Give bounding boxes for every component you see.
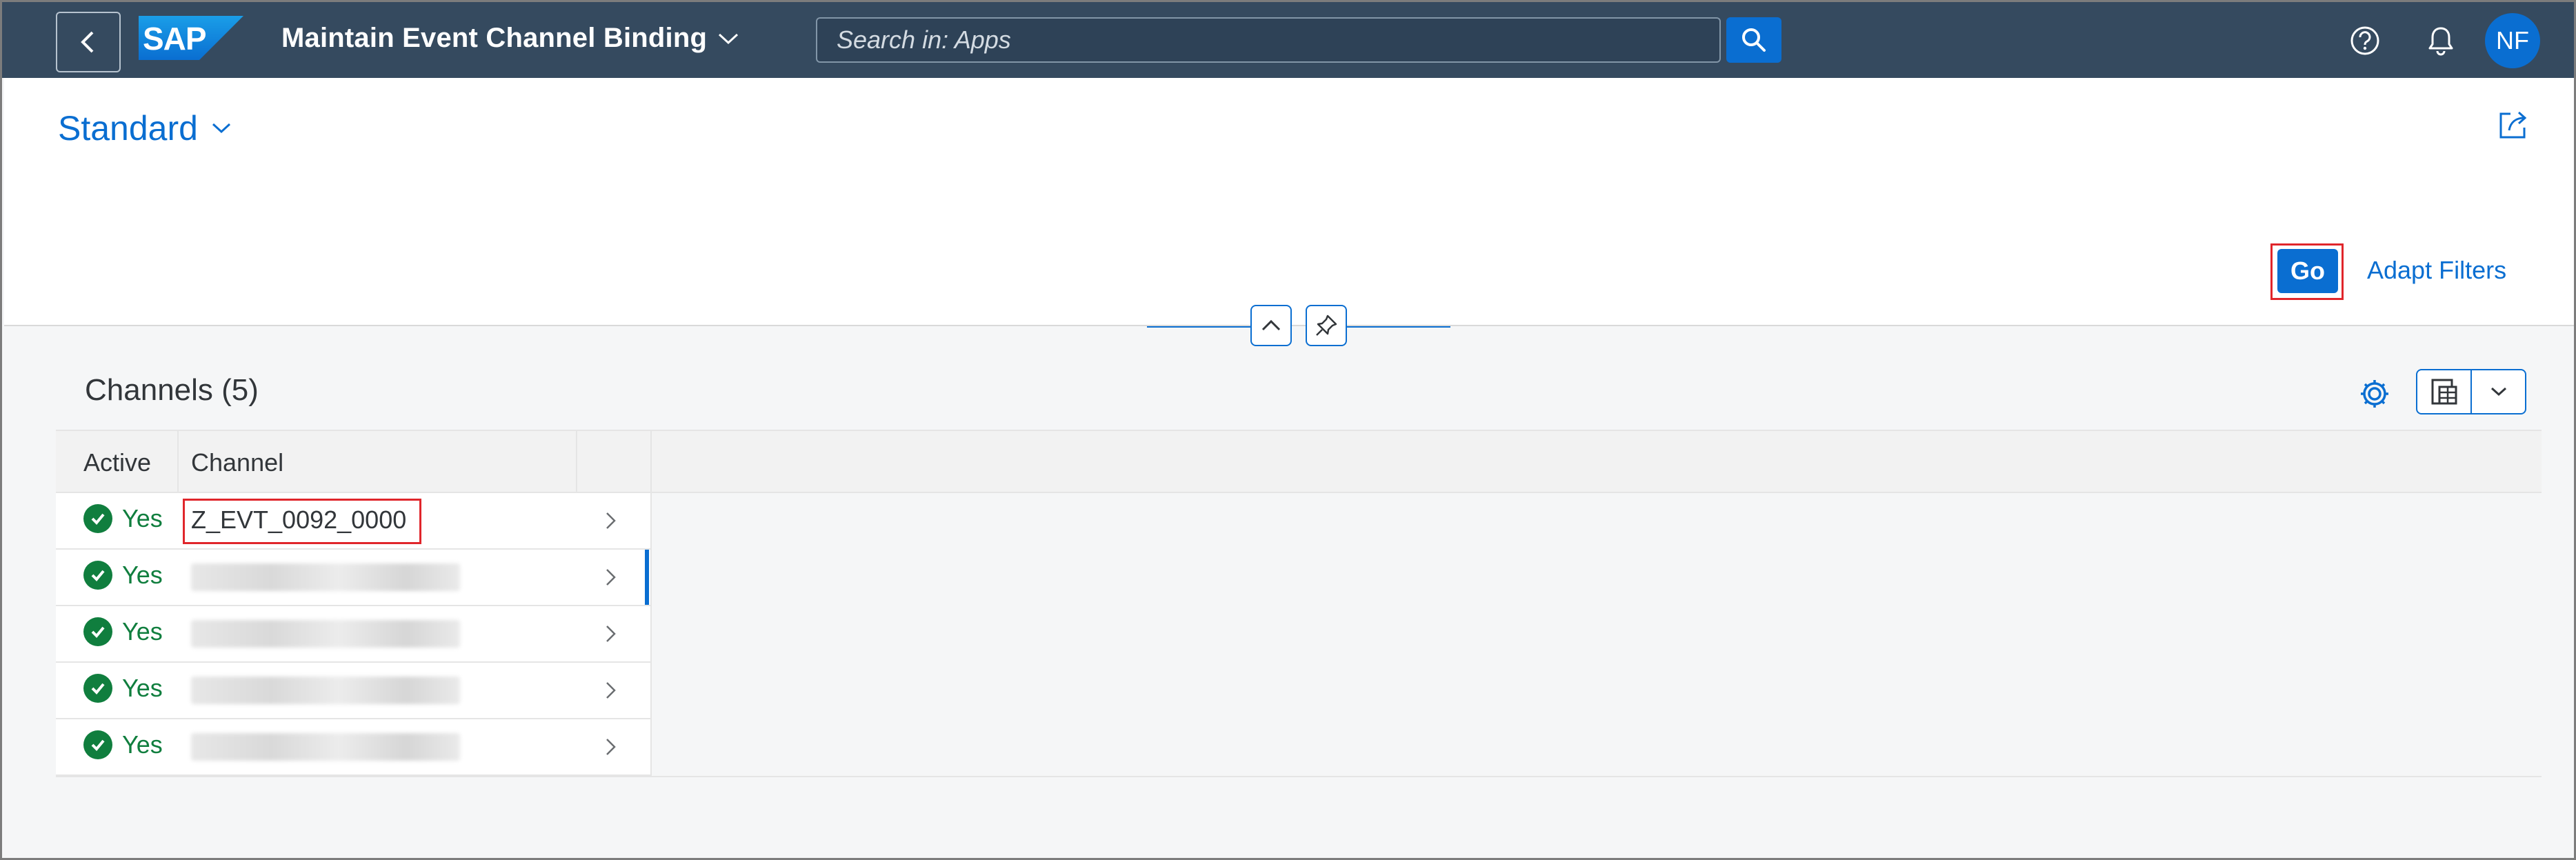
navigation-indicator — [645, 550, 649, 605]
checkmark-icon — [83, 504, 112, 533]
table-row[interactable]: Yes — [56, 550, 650, 606]
column-separator — [177, 431, 179, 494]
checkmark-icon — [83, 730, 112, 759]
chevron-right-icon[interactable] — [599, 736, 621, 758]
help-icon — [2350, 26, 2379, 55]
table-empty-area — [650, 493, 2542, 776]
active-value: Yes — [122, 504, 163, 532]
chevron-right-icon[interactable] — [599, 510, 621, 532]
active-value: Yes — [122, 674, 163, 702]
table-row[interactable]: Yes — [56, 719, 650, 776]
chevron-down-icon — [719, 33, 739, 44]
chevron-up-icon — [1261, 319, 1281, 331]
app-title: Maintain Event Channel Binding — [281, 23, 708, 53]
filter-bar: Standard Go Adapt Filters — [4, 78, 2574, 326]
active-cell: Yes — [83, 617, 163, 646]
table-row[interactable]: Yes Z_EVT_0092_0000 — [56, 493, 650, 550]
table-header: Active Channel — [56, 430, 2542, 494]
header-divider-right — [1347, 326, 1450, 328]
user-avatar[interactable]: NF — [2485, 13, 2540, 68]
channel-value-redacted — [191, 733, 460, 761]
column-separator — [650, 431, 652, 494]
table-row[interactable]: Yes — [56, 606, 650, 663]
bell-icon — [2428, 27, 2453, 56]
table-title: Channels (5) — [85, 373, 259, 407]
channel-highlight-box — [183, 499, 421, 544]
collapse-header-button[interactable] — [1250, 305, 1292, 346]
user-initials: NF — [2496, 26, 2529, 54]
checkmark-icon — [83, 674, 112, 703]
active-cell: Yes — [83, 561, 163, 590]
column-separator — [576, 431, 577, 494]
header-divider-left — [1147, 326, 1250, 328]
app-window: SAP Maintain Event Channel Binding Searc… — [0, 0, 2576, 860]
variant-selector[interactable]: Standard — [58, 108, 232, 148]
shell-bar: SAP Maintain Event Channel Binding Searc… — [2, 2, 2574, 78]
sap-logo[interactable]: SAP — [139, 16, 243, 60]
adapt-filters-button[interactable]: Adapt Filters — [2367, 256, 2506, 285]
search-placeholder: Search in: Apps — [837, 26, 1011, 54]
export-spreadsheet-icon — [2431, 379, 2457, 405]
table-row[interactable]: Yes — [56, 663, 650, 719]
channel-value-redacted — [191, 563, 460, 591]
search-button[interactable] — [1726, 17, 1781, 63]
adapt-filters-label: Adapt Filters — [2367, 256, 2507, 284]
search-icon — [1742, 28, 1766, 52]
column-header-active[interactable]: Active — [56, 431, 177, 494]
active-cell: Yes — [83, 504, 163, 533]
table-body: Yes Z_EVT_0092_0000 Yes Yes Yes Yes — [56, 493, 650, 776]
channel-value-redacted — [191, 620, 460, 648]
pin-icon — [1316, 314, 1337, 336]
gear-icon[interactable] — [2354, 373, 2395, 414]
chevron-right-icon[interactable] — [599, 566, 621, 588]
export-button[interactable] — [2417, 370, 2472, 413]
active-cell: Yes — [83, 674, 163, 703]
table-bottom-border — [56, 776, 2542, 777]
active-value: Yes — [122, 561, 163, 589]
active-value: Yes — [122, 617, 163, 646]
pin-header-button[interactable] — [1306, 305, 1347, 346]
variant-name: Standard — [58, 109, 198, 148]
logo-text: SAP — [143, 21, 207, 57]
export-button-group — [2416, 369, 2526, 414]
app-title-menu[interactable]: Maintain Event Channel Binding — [281, 23, 740, 54]
go-button[interactable]: Go — [2277, 249, 2338, 293]
notifications-button[interactable] — [2420, 20, 2462, 61]
active-cell: Yes — [83, 730, 163, 759]
chevron-down-icon — [2490, 387, 2506, 397]
column-header-channel[interactable]: Channel — [191, 431, 605, 494]
chevron-right-icon[interactable] — [599, 623, 621, 645]
checkmark-icon — [83, 617, 112, 646]
channel-value-redacted — [191, 677, 460, 704]
back-button[interactable] — [56, 12, 121, 72]
chevron-right-icon[interactable] — [599, 679, 621, 701]
chevron-left-icon — [81, 31, 94, 53]
share-icon[interactable] — [2494, 106, 2533, 144]
checkmark-icon — [83, 561, 112, 590]
chevron-down-icon — [212, 123, 230, 134]
go-label: Go — [2290, 257, 2325, 285]
export-options-button[interactable] — [2472, 370, 2525, 413]
search-input[interactable]: Search in: Apps — [816, 17, 1721, 63]
active-value: Yes — [122, 730, 163, 759]
help-button[interactable] — [2344, 20, 2386, 61]
